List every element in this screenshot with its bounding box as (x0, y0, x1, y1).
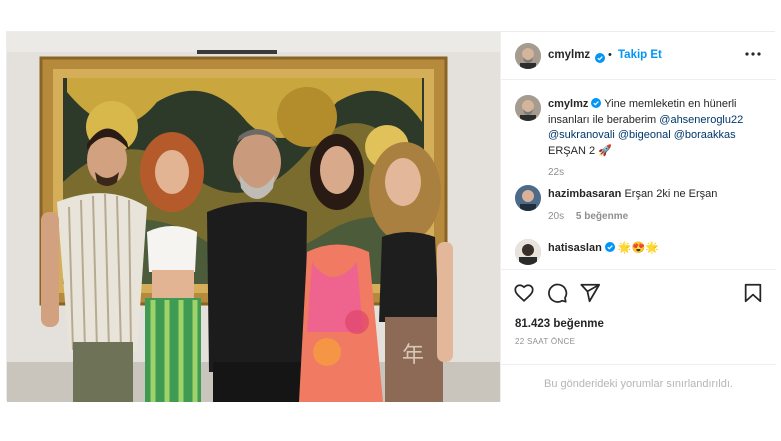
svg-text:年: 年 (402, 343, 424, 368)
verified-badge-icon (591, 98, 602, 108)
mention-link[interactable]: @sukranovali (548, 129, 615, 141)
comment-text: Erşan 2ki ne Erşan (624, 188, 718, 200)
follow-button[interactable]: Takip Et (618, 49, 662, 61)
caption-time[interactable]: 22s (548, 167, 564, 178)
caption-username[interactable]: cmylmz (548, 98, 588, 110)
author-avatar[interactable] (515, 43, 541, 69)
comment-time[interactable]: 20s (548, 211, 564, 222)
post-photo: 年 (7, 32, 500, 402)
author-username[interactable]: cmylmz (548, 49, 590, 61)
mention-link[interactable]: @boraakkas (674, 129, 736, 141)
post-image[interactable]: 年 (7, 32, 500, 402)
post-sidebar: cmylmz • Takip Et cmylmz Yine memleketin… (500, 32, 776, 402)
likes-count[interactable]: 81.423 beğenme (515, 318, 604, 330)
bookmark-icon[interactable] (742, 282, 764, 304)
rocket-emoji: 🚀 (598, 144, 612, 157)
verified-badge-icon (604, 242, 615, 252)
commenter-avatar[interactable] (515, 185, 541, 211)
comment-icon[interactable] (546, 282, 568, 304)
commenter-avatar[interactable] (515, 239, 541, 265)
comment-username[interactable]: hazimbasaran (548, 188, 621, 200)
share-icon[interactable] (579, 282, 601, 304)
comment-meta: 20s 5 beğenme (548, 209, 763, 225)
more-options-icon[interactable] (742, 46, 764, 62)
action-bar: 81.423 beğenme 22 SAAT ÖNCE (501, 269, 776, 364)
comment-likes[interactable]: 5 beğenme (576, 211, 628, 222)
caption-meta: 22s (548, 165, 763, 181)
verified-badge-icon (592, 49, 605, 67)
post-header: cmylmz • Takip Et (501, 32, 776, 80)
comments-restricted-notice: Bu gönderideki yorumlar sınırlandırıldı. (501, 364, 776, 402)
header-separator: • (608, 49, 612, 61)
comment-username[interactable]: hatisaslan (548, 242, 602, 254)
mention-link[interactable]: @bigeonal (618, 129, 671, 141)
caption-avatar[interactable] (515, 95, 541, 121)
heart-icon[interactable] (513, 282, 535, 304)
comment-body: hazimbasaran Erşan 2ki ne Erşan 20s 5 be… (548, 187, 763, 224)
caption-tail: ERŞAN 2 (548, 144, 596, 157)
caption-body: cmylmz Yine memleketin en hünerli insanl… (548, 97, 763, 181)
comment-body: hatisaslan 🌟😍🌟 (548, 241, 763, 257)
instagram-post-modal: 年 cmylmz • Takip Et cmylmz Yine memleket… (6, 31, 776, 402)
mention-link[interactable]: @ahseneroglu22 (659, 114, 743, 126)
comments-list: cmylmz Yine memleketin en hünerli insanl… (501, 81, 776, 269)
comment-emoji: 🌟😍🌟 (617, 242, 659, 254)
post-time-ago[interactable]: 22 SAAT ÖNCE (515, 337, 575, 346)
